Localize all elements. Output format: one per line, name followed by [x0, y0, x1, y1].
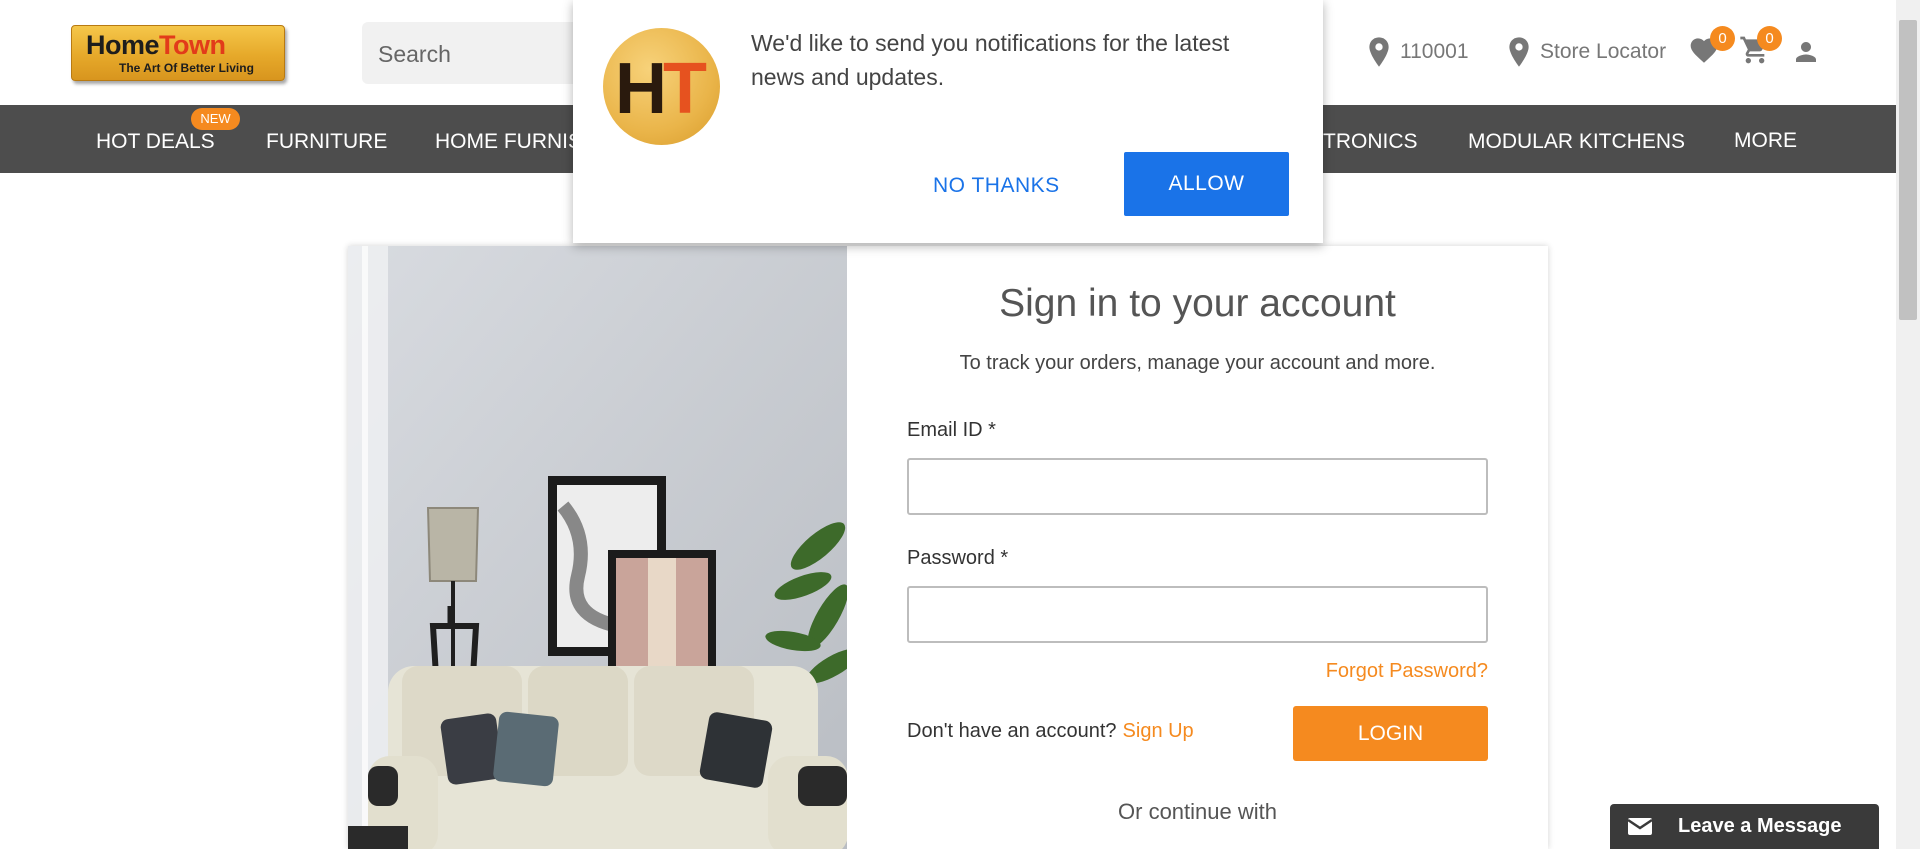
store-locator-text: Store Locator [1540, 40, 1667, 63]
login-form: Sign in to your account To track your or… [847, 246, 1548, 849]
living-room-image [348, 246, 847, 849]
cart-count-badge: 0 [1757, 26, 1782, 51]
login-card: Sign in to your account To track your or… [348, 246, 1548, 849]
account-button[interactable] [1791, 37, 1821, 72]
logo-letter-h: H [615, 49, 667, 129]
user-icon [1796, 42, 1816, 62]
login-title: Sign in to your account [999, 282, 1396, 325]
notification-permission-popup: H T We'd like to send you notifications … [573, 0, 1323, 243]
scrollbar-thumb[interactable] [1899, 20, 1917, 320]
location-pin-icon [1369, 37, 1389, 67]
nav-modular-kitchens[interactable]: MODULAR KITCHENS [1468, 130, 1685, 154]
password-label: Password * [907, 547, 1009, 569]
no-thanks-button[interactable]: NO THANKS [933, 174, 1060, 198]
logo-home: Home [86, 30, 160, 60]
leave-message-label: Leave a Message [1678, 815, 1842, 837]
or-continue-with: Or continue with [1118, 799, 1277, 824]
allow-button[interactable]: ALLOW [1124, 152, 1289, 216]
signup-prompt: Don't have an account? Sign Up [907, 720, 1194, 743]
logo-town: Town [159, 30, 226, 60]
wishlist-count-badge: 0 [1710, 26, 1735, 51]
wishlist-button[interactable]: 0 [1688, 26, 1735, 69]
leave-message-button[interactable]: Leave a Message [1610, 804, 1879, 849]
living-room-illustration [348, 246, 847, 849]
logo-wordmark: HomeTown [86, 30, 226, 61]
pincode-selector[interactable]: 110001 [1368, 36, 1469, 68]
hometown-logo[interactable]: HomeTown The Art Of Better Living [71, 25, 285, 81]
nav-more[interactable]: MORE [1734, 129, 1797, 153]
login-subtitle: To track your orders, manage your accoun… [959, 352, 1436, 374]
password-field[interactable] [907, 586, 1488, 643]
nav-furniture[interactable]: FURNITURE [266, 130, 387, 154]
location-pin-icon [1509, 37, 1529, 67]
login-button[interactable]: LOGIN [1293, 706, 1488, 761]
email-label: Email ID * [907, 419, 996, 441]
notification-message: We'd like to send you notifications for … [751, 30, 1230, 90]
signup-link[interactable]: Sign Up [1123, 720, 1194, 742]
pincode-text: 110001 [1400, 40, 1469, 63]
forgot-password-link[interactable]: Forgot Password? [1326, 660, 1488, 683]
envelope-icon [1627, 818, 1653, 835]
store-locator-link[interactable]: Store Locator [1508, 36, 1666, 68]
search-placeholder: Search [378, 41, 451, 67]
cart-button[interactable]: 0 [1739, 26, 1782, 71]
logo-tagline: The Art Of Better Living [119, 61, 254, 75]
new-badge: NEW [191, 108, 240, 130]
nav-hot-deals[interactable]: HOT DEALS [96, 130, 215, 154]
nav-home-furnishing[interactable]: HOME FURNIS [435, 130, 582, 154]
logo-letter-t: T [663, 49, 707, 129]
hometown-ht-logo: H T [603, 28, 720, 145]
page-scrollbar[interactable] [1896, 0, 1920, 849]
nav-electronics[interactable]: TRONICS [1323, 130, 1418, 154]
email-field[interactable] [907, 458, 1488, 515]
no-account-text: Don't have an account? [907, 720, 1117, 742]
